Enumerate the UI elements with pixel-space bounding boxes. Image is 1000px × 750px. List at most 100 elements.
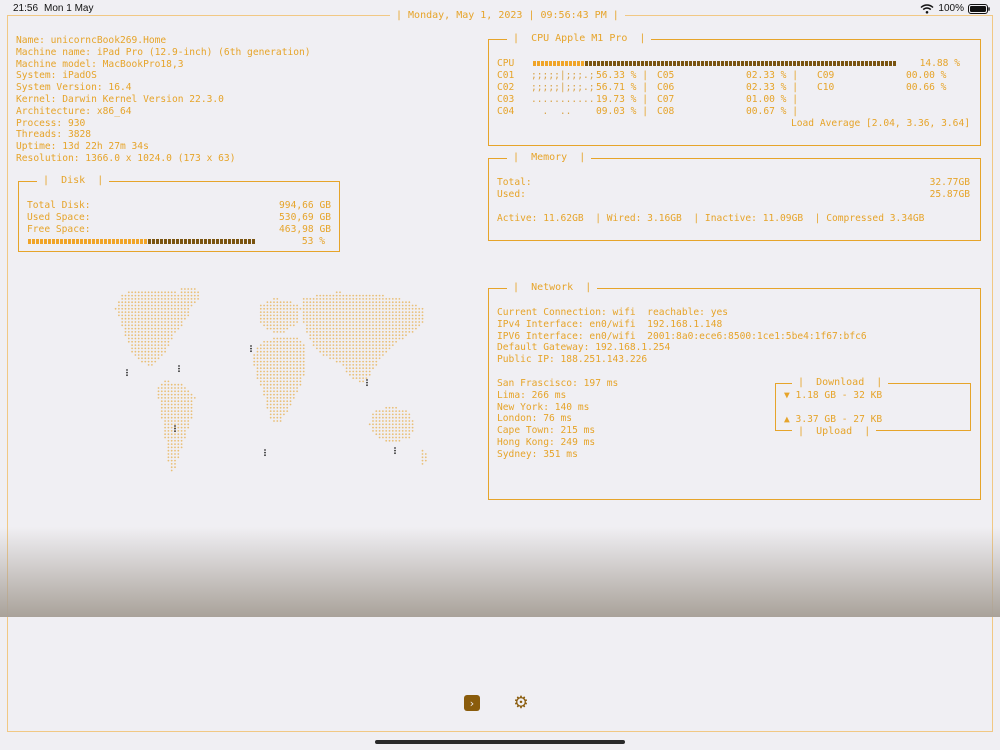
map-dot: [358, 304, 361, 307]
map-dot: [289, 301, 292, 304]
map-dot: [345, 334, 348, 337]
map-dot: [187, 416, 190, 419]
map-dot: [292, 350, 295, 353]
map-dot: [283, 373, 285, 376]
map-dot: [316, 311, 318, 313]
cpu-core-row: C06: [657, 82, 674, 94]
map-dot: [273, 420, 275, 422]
map-dot: [263, 357, 265, 360]
map-dot: [144, 317, 147, 320]
map-dot: [325, 324, 328, 327]
map-dot: [197, 291, 199, 294]
map-dot: [269, 387, 272, 389]
map-dot: [325, 317, 328, 320]
map-dot: [151, 344, 153, 346]
map-dot: [187, 311, 190, 313]
map-dot: [349, 344, 351, 346]
map-dot: [395, 298, 397, 300]
city-marker: [126, 369, 128, 371]
cpu-total-value: 14.88 %: [919, 58, 960, 69]
city-marker: [250, 345, 252, 347]
map-dot: [292, 383, 295, 386]
map-dot: [378, 410, 381, 412]
terminal-button[interactable]: ›: [464, 695, 480, 711]
network-info-line: Default Gateway: 192.168.1.254: [497, 342, 671, 354]
map-dot: [167, 314, 170, 317]
disk-used-label: Used Space:: [27, 212, 91, 223]
map-dot: [167, 390, 170, 393]
map-dot: [193, 288, 196, 290]
map-dot: [405, 433, 407, 436]
map-dot: [283, 321, 285, 323]
map-dot: [286, 410, 289, 412]
map-dot: [160, 413, 163, 416]
map-dot: [180, 390, 183, 393]
map-dot: [154, 291, 157, 294]
map-dot: [319, 314, 322, 317]
map-dot: [339, 354, 341, 356]
map-dot: [289, 377, 292, 379]
map-dot: [259, 321, 262, 323]
map-dot: [137, 354, 140, 356]
map-dot: [299, 364, 302, 366]
map-dot: [391, 337, 394, 340]
map-dot: [273, 380, 275, 383]
map-dot: [118, 314, 120, 317]
map-dot: [283, 410, 285, 412]
map-dot: [388, 317, 391, 320]
map-dot: [325, 314, 328, 317]
map-dot: [365, 334, 368, 337]
map-dot: [388, 430, 391, 432]
map-dot: [339, 298, 341, 300]
home-indicator[interactable]: [375, 740, 625, 744]
map-dot: [378, 331, 381, 333]
map-dot: [170, 390, 173, 393]
map-dot: [124, 304, 127, 307]
map-dot: [401, 337, 404, 340]
map-dot: [279, 301, 282, 304]
map-dot: [339, 307, 341, 310]
map-dot: [167, 453, 170, 455]
map-dot: [187, 393, 190, 396]
map-dot: [144, 291, 147, 294]
map-dot: [349, 311, 351, 313]
map-dot: [299, 383, 302, 386]
map-dot: [266, 347, 269, 350]
map-dot: [167, 456, 170, 459]
map-dot: [160, 324, 163, 327]
map-dot: [325, 321, 328, 323]
map-dot: [177, 327, 180, 330]
map-dot: [253, 354, 256, 356]
map-dot: [388, 347, 391, 350]
map-dot: [177, 390, 180, 393]
map-dot: [167, 331, 170, 333]
map-dot: [302, 357, 305, 360]
map-dot: [164, 420, 166, 422]
map-dot: [322, 334, 325, 337]
map-dot: [170, 456, 173, 459]
map-dot: [134, 311, 137, 313]
map-dot: [177, 426, 180, 429]
map-dot: [365, 321, 368, 323]
settings-button[interactable]: ⚙: [512, 694, 530, 712]
map-dot: [296, 383, 298, 386]
map-dot: [411, 426, 414, 429]
map-dot: [302, 317, 305, 320]
map-dot: [256, 364, 259, 366]
map-dot: [332, 344, 335, 346]
map-dot: [322, 321, 325, 323]
map-dot: [332, 331, 335, 333]
map-dot: [382, 304, 384, 307]
ping-line: Sydney: 351 ms: [497, 448, 578, 460]
cpu-core-value: 02.33 % |: [746, 70, 798, 81]
map-dot: [398, 317, 401, 320]
map-dot: [134, 307, 137, 310]
map-dot: [170, 337, 173, 340]
map-dot: [309, 304, 312, 307]
map-dot: [408, 327, 411, 330]
map-dot: [382, 436, 384, 439]
map-dot: [368, 367, 371, 370]
gear-icon: ⚙: [513, 693, 529, 713]
map-dot: [187, 410, 190, 412]
map-dot: [144, 340, 147, 343]
